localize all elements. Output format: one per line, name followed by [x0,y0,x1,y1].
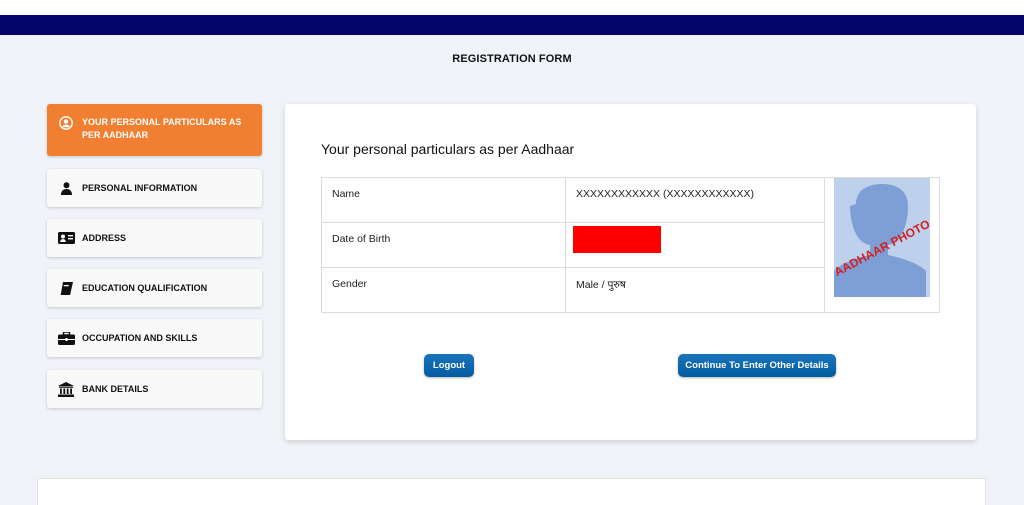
gender-value: Male / पुरुष [565,267,825,313]
sidebar-item-bank-details[interactable]: BANK DETAILS [47,370,262,408]
sidebar-item-occupation-skills[interactable]: OCCUPATION AND SKILLS [47,319,262,357]
redacted-dob [573,226,661,253]
photo-cell: AADHAAR PHOTO [824,177,940,313]
dob-value [565,222,825,268]
top-strip [0,0,1024,15]
book-icon [57,281,75,295]
top-banner-bar [0,15,1024,35]
name-value: XXXXXXXXXXXX (XXXXXXXXXXXX) [565,177,825,223]
page-title: REGISTRATION FORM [452,53,572,65]
bank-icon [57,381,75,397]
sidebar-item-label: PERSONAL INFORMATION [82,183,198,193]
bottom-panel [37,478,986,505]
sidebar-item-label: YOUR PERSONAL PARTICULARS AS PER AADHAAR [82,117,242,140]
briefcase-icon [57,331,75,345]
sidebar-item-label: OCCUPATION AND SKILLS [82,333,198,343]
person-icon [57,181,75,195]
table-row: Name XXXXXXXXXXXX (XXXXXXXXXXXX) AADHAAR… [321,177,940,313]
id-card-icon [57,231,75,245]
particulars-card: Your personal particulars as per Aadhaar… [285,104,976,440]
sidebar-item-aadhaar-particulars[interactable]: YOUR PERSONAL PARTICULARS AS PER AADHAAR [47,104,262,156]
particulars-table: Name XXXXXXXXXXXX (XXXXXXXXXXXX) AADHAAR… [321,177,940,313]
sidebar-item-education-qualification[interactable]: EDUCATION QUALIFICATION [47,269,262,307]
aadhaar-photo-placeholder: AADHAAR PHOTO [834,178,930,297]
sidebar-item-label: BANK DETAILS [82,384,149,394]
sidebar-item-label: EDUCATION QUALIFICATION [82,283,208,293]
sidebar-item-personal-information[interactable]: PERSONAL INFORMATION [47,169,262,207]
sidebar-item-label: ADDRESS [82,233,127,243]
dob-label: Date of Birth [321,222,566,268]
sidebar-item-address[interactable]: ADDRESS [47,219,262,257]
logout-button[interactable]: Logout [424,354,474,377]
name-label: Name [321,177,566,223]
continue-button[interactable]: Continue To Enter Other Details [678,354,836,377]
gender-label: Gender [321,267,566,313]
section-title: Your personal particulars as per Aadhaar [321,141,575,157]
user-circle-icon [57,116,75,130]
